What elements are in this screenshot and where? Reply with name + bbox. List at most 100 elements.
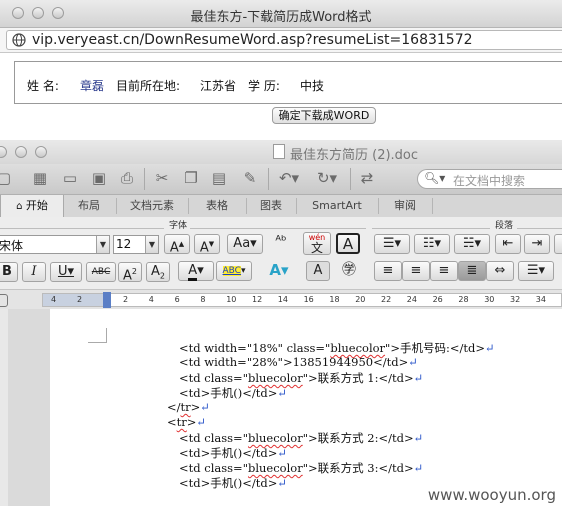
ruler-number: 10: [226, 295, 237, 304]
tab-charts[interactable]: 图表: [247, 195, 295, 217]
page-content: 姓 名: 章磊 目前所在地: 江苏省 学 历: 中技 确定下载成WORD: [0, 53, 562, 150]
save-icon[interactable]: ▣: [88, 168, 110, 188]
subscript-button[interactable]: A2: [146, 262, 170, 282]
grow-font-button[interactable]: A▲: [164, 234, 190, 255]
word-titlebar: 最佳东方简历 (2).doc: [0, 140, 562, 164]
undo-icon[interactable]: ↶▾: [274, 168, 304, 188]
bold-button[interactable]: B: [0, 262, 18, 282]
education-value: 中技: [300, 79, 325, 93]
strikethrough-button[interactable]: ABC: [86, 262, 116, 282]
bullets-button[interactable]: ☰▾: [374, 234, 410, 254]
location-label: 目前所在地:: [116, 79, 181, 93]
name-value: 章磊: [80, 79, 105, 93]
document-search-input[interactable]: 🔍︎▾ 在文档中搜索: [417, 169, 562, 189]
horizontal-ruler[interactable]: 4224681012141618202224262830323436: [0, 289, 562, 310]
line-text: <: [167, 415, 177, 429]
numbering-button[interactable]: ☷▾: [414, 234, 450, 254]
tab-tables[interactable]: 表格: [189, 195, 245, 217]
underline-button[interactable]: U▾: [50, 262, 82, 282]
vertical-ruler[interactable]: [0, 309, 8, 506]
document-line: <td width="18%" class="bluecolor">手机号码:<…: [179, 340, 495, 356]
gallery-icon[interactable]: ▦: [28, 168, 52, 188]
tab-document-elements[interactable]: 文档元素: [117, 195, 187, 217]
paragraph-mark-icon: ↵: [408, 355, 418, 369]
line-text: <td width="28%">13851944950</td>: [179, 355, 409, 369]
change-case-button[interactable]: Aa▾: [227, 234, 263, 254]
distributed-button[interactable]: ⇔: [486, 261, 514, 281]
spelling-error-text[interactable]: bluecolor: [248, 431, 303, 445]
ruler-corner-icon: [0, 294, 8, 307]
ruler-number: 6: [174, 295, 180, 304]
increase-indent-button[interactable]: ⇥: [524, 234, 550, 254]
character-border-button[interactable]: A: [336, 233, 360, 254]
document-page[interactable]: <td width="18%" class="bluecolor">手机号码:<…: [50, 309, 562, 506]
phonetic-guide-button[interactable]: wén 文: [303, 232, 331, 255]
clear-formatting-icon[interactable]: ᴬᵇ: [268, 233, 294, 253]
line-spacing-button[interactable]: ☰▾: [518, 261, 554, 281]
minimize-window-button[interactable]: [15, 146, 27, 158]
close-window-button[interactable]: [0, 146, 7, 158]
tab-home[interactable]: ⌂ 开始: [0, 195, 64, 217]
indent-marker-icon[interactable]: [103, 292, 111, 308]
home-icon: ⌂: [16, 201, 23, 212]
superscript-button[interactable]: A2: [118, 262, 142, 283]
paste-icon[interactable]: ▤: [208, 168, 230, 188]
group-line: [517, 228, 562, 229]
word-window: 最佳东方简历 (2).doc ▢ ▦ ▭ ▣ ⎙ ✂ ❐ ▤ ✎ ↶▾ ↻▾ ⇄…: [0, 140, 562, 506]
font-color-button[interactable]: A▾: [178, 261, 214, 281]
ruler-number: 30: [484, 295, 495, 304]
chevron-down-icon[interactable]: ▼: [96, 236, 109, 253]
education-label: 学 历:: [248, 79, 280, 93]
line-text: >: [186, 415, 197, 429]
cut-icon[interactable]: ✂: [150, 168, 174, 188]
line-text: <td class=": [179, 461, 248, 475]
enclose-characters-icon[interactable]: ㊫: [337, 261, 361, 281]
format-painter-icon[interactable]: ✎: [238, 168, 262, 188]
spelling-error-text[interactable]: bluecolor: [330, 341, 385, 355]
line-text: ">联系方式 1:</td>: [302, 371, 414, 385]
decrease-indent-button[interactable]: ⇤: [495, 234, 521, 254]
font-size-combo[interactable]: 12 ▼: [113, 235, 159, 254]
justify-button[interactable]: ≣: [458, 261, 486, 281]
italic-button[interactable]: I: [22, 262, 46, 282]
url-field[interactable]: vip.veryeast.cn/DownResumeWord.asp?resum…: [6, 30, 562, 50]
browser-title: 最佳东方-下载简历成Word格式: [190, 10, 372, 25]
open-folder-icon[interactable]: ▭: [58, 168, 82, 188]
more-button[interactable]: [554, 234, 562, 254]
spelling-error-text[interactable]: tr: [177, 415, 187, 429]
paragraph-group-title: 段落: [495, 221, 514, 231]
align-right-button[interactable]: ≡: [430, 261, 458, 281]
download-word-button[interactable]: 确定下载成WORD: [272, 107, 376, 124]
align-center-button[interactable]: ≡: [402, 261, 430, 281]
spelling-error-text[interactable]: bluecolor: [248, 371, 303, 385]
font-name-combo[interactable]: 宋体 ▼: [0, 235, 110, 254]
location-value: 江苏省: [200, 79, 237, 93]
spelling-error-text[interactable]: bluecolor: [248, 461, 303, 475]
character-shading-button[interactable]: A: [306, 261, 330, 281]
highlight-button[interactable]: ABC▾: [216, 261, 252, 281]
ruler-number: 4: [148, 295, 154, 304]
spelling-error-text[interactable]: tr: [181, 400, 191, 414]
tab-smartart[interactable]: SmartArt: [297, 195, 377, 217]
multilevel-list-button[interactable]: ☵▾: [454, 234, 490, 254]
document-line: <tr>↵: [167, 415, 206, 429]
chevron-down-icon[interactable]: ▼: [145, 236, 158, 253]
text-effects-button[interactable]: A▾: [260, 261, 298, 281]
new-document-icon[interactable]: ▢: [0, 168, 12, 188]
font-size-value: 12: [116, 237, 132, 251]
redo-icon[interactable]: ↻▾: [312, 168, 342, 188]
zoom-window-button[interactable]: [35, 146, 47, 158]
shrink-font-button[interactable]: A▼: [194, 234, 220, 255]
ruler-number: 12: [252, 295, 263, 304]
copy-icon[interactable]: ❐: [180, 168, 202, 188]
print-icon[interactable]: ⎙: [116, 168, 138, 188]
tab-layout[interactable]: 布局: [63, 195, 115, 217]
align-left-button[interactable]: ≡: [374, 261, 402, 281]
tab-review[interactable]: 审阅: [379, 195, 431, 217]
line-text: <td width="18%" class=": [179, 341, 331, 355]
ruler-number: 26: [432, 295, 443, 304]
address-bar: vip.veryeast.cn/DownResumeWord.asp?resum…: [0, 28, 562, 53]
ruler-number: 24: [406, 295, 417, 304]
sidebar-toggle-icon[interactable]: ⇄: [356, 168, 378, 188]
word-title: 最佳东方简历 (2).doc: [290, 148, 419, 163]
